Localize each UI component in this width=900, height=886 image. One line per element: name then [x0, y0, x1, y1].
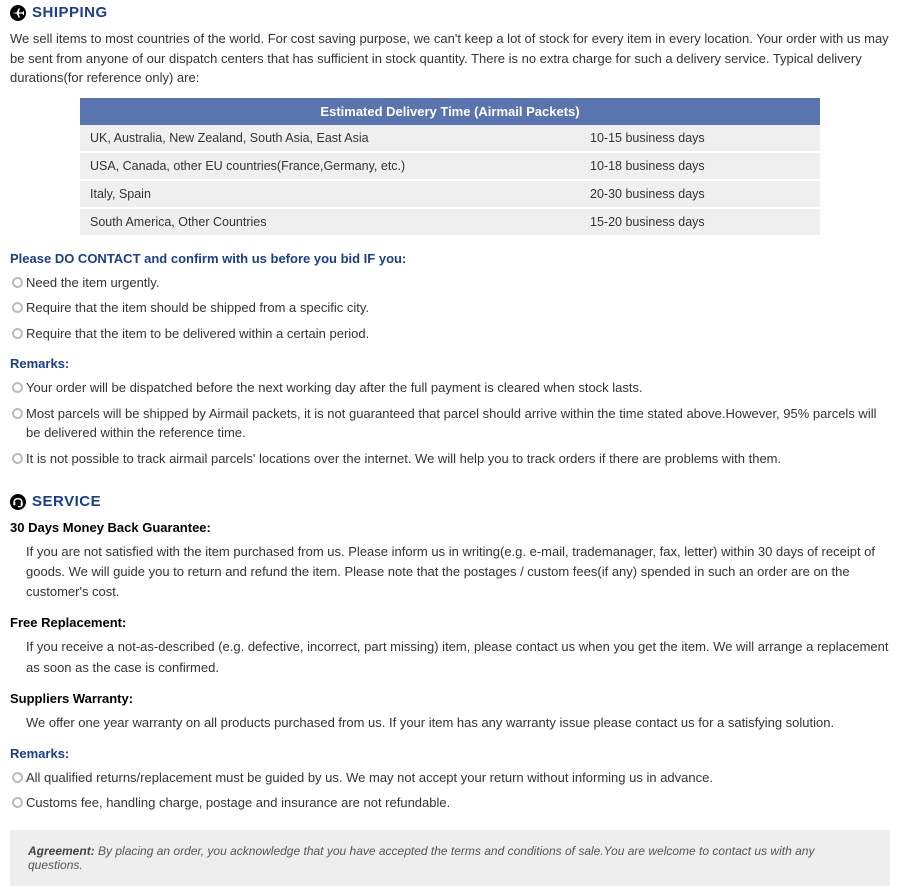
list-item: Your order will be dispatched before the…: [10, 375, 890, 401]
guarantee-subhead: 30 Days Money Back Guarantee:: [10, 520, 890, 535]
delivery-table: Estimated Delivery Time (Airmail Packets…: [80, 98, 820, 237]
service-remarks-subhead: Remarks:: [10, 746, 890, 761]
shipping-header: SHIPPING: [10, 4, 890, 21]
time-cell: 15-20 business days: [580, 208, 820, 236]
replace-text: If you receive a not-as-described (e.g. …: [10, 634, 890, 680]
agreement-box: Agreement: By placing an order, you ackn…: [10, 830, 890, 886]
shipping-intro: We sell items to most countries of the w…: [10, 29, 890, 88]
service-title: SERVICE: [32, 493, 101, 510]
list-item: Require that the item should be shipped …: [10, 295, 890, 321]
table-row: UK, Australia, New Zealand, South Asia, …: [80, 125, 820, 152]
warranty-text: We offer one year warranty on all produc…: [10, 710, 890, 736]
table-row: South America, Other Countries15-20 busi…: [80, 208, 820, 236]
table-header: Estimated Delivery Time (Airmail Packets…: [80, 98, 820, 125]
headset-icon: [10, 494, 26, 510]
table-row: USA, Canada, other EU countries(France,G…: [80, 152, 820, 180]
guarantee-text: If you are not satisfied with the item p…: [10, 539, 890, 605]
region-cell: UK, Australia, New Zealand, South Asia, …: [80, 125, 580, 152]
agreement-text: By placing an order, you acknowledge tha…: [28, 844, 814, 872]
service-remarks-list: All qualified returns/replacement must b…: [10, 765, 890, 816]
list-item: It is not possible to track airmail parc…: [10, 446, 890, 472]
warranty-subhead: Suppliers Warranty:: [10, 691, 890, 706]
region-cell: South America, Other Countries: [80, 208, 580, 236]
time-cell: 10-15 business days: [580, 125, 820, 152]
list-item: Need the item urgently.: [10, 270, 890, 296]
time-cell: 10-18 business days: [580, 152, 820, 180]
shipping-remarks-list: Your order will be dispatched before the…: [10, 375, 890, 471]
replace-subhead: Free Replacement:: [10, 615, 890, 630]
time-cell: 20-30 business days: [580, 180, 820, 208]
table-row: Italy, Spain20-30 business days: [80, 180, 820, 208]
region-cell: Italy, Spain: [80, 180, 580, 208]
shipping-remarks-subhead: Remarks:: [10, 356, 890, 371]
agreement-label: Agreement:: [28, 844, 95, 858]
list-item: Most parcels will be shipped by Airmail …: [10, 401, 890, 446]
region-cell: USA, Canada, other EU countries(France,G…: [80, 152, 580, 180]
contact-subhead: Please DO CONTACT and confirm with us be…: [10, 251, 890, 266]
list-item: Customs fee, handling charge, postage an…: [10, 790, 890, 816]
contact-list: Need the item urgently. Require that the…: [10, 270, 890, 347]
service-header: SERVICE: [10, 493, 890, 510]
shipping-title: SHIPPING: [32, 4, 108, 21]
plane-icon: [10, 5, 26, 21]
list-item: All qualified returns/replacement must b…: [10, 765, 890, 791]
list-item: Require that the item to be delivered wi…: [10, 321, 890, 347]
